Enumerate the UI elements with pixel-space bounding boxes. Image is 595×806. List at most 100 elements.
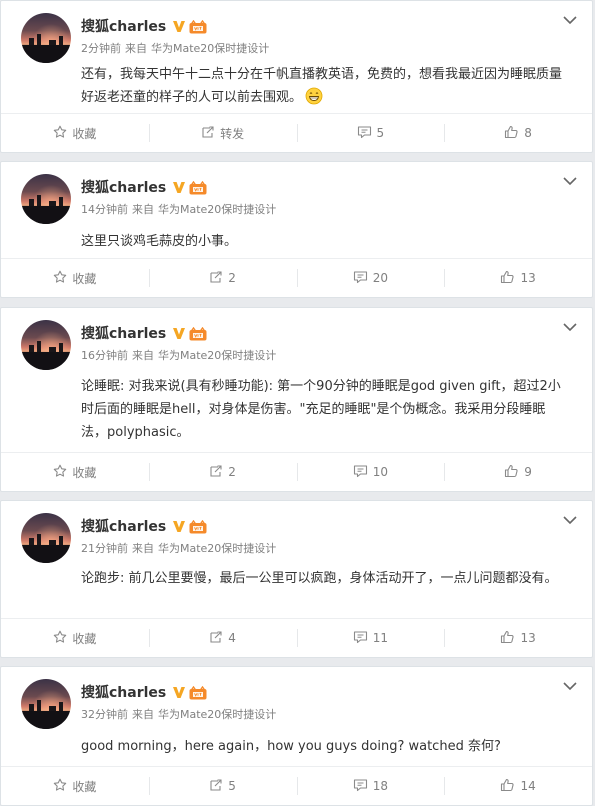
author-name[interactable]: 搜狐charles [81, 682, 166, 702]
repost-count: 转发 [220, 126, 245, 141]
author-name[interactable]: 搜狐charles [81, 177, 166, 197]
chevron-down-icon[interactable] [562, 511, 578, 525]
verified-v-icon[interactable] [172, 326, 186, 340]
member-crown-icon[interactable] [189, 685, 207, 700]
post-time[interactable]: 32分钟前 [81, 708, 128, 721]
comment-icon [353, 778, 373, 795]
member-crown-icon[interactable] [189, 19, 207, 34]
post-time[interactable]: 14分钟前 [81, 203, 128, 216]
post-time[interactable]: 16分钟前 [81, 349, 128, 362]
comment-button[interactable]: 5 [296, 114, 445, 152]
like-button[interactable]: 13 [444, 259, 592, 297]
verified-v-icon[interactable] [172, 180, 186, 194]
like-count: 13 [520, 271, 536, 285]
post-source[interactable]: 华为Mate20保时捷设计 [151, 42, 269, 55]
favorite-button[interactable]: 收藏 [1, 767, 149, 805]
member-crown-icon[interactable] [189, 180, 207, 195]
star-icon [53, 125, 72, 142]
post-source[interactable]: 华为Mate20保时捷设计 [158, 542, 276, 555]
post-text: good morning，here again，how you guys doi… [81, 739, 501, 754]
star-icon [53, 464, 72, 481]
comment-button[interactable]: 10 [296, 453, 445, 491]
post-meta: 21分钟前 来自 华为Mate20保时捷设计 [81, 540, 276, 556]
verified-v-icon[interactable] [172, 19, 186, 33]
repost-count: 5 [228, 779, 236, 793]
repost-icon [201, 125, 220, 142]
post-meta: 14分钟前 来自 华为Mate20保时捷设计 [81, 201, 276, 217]
weibo-post: 搜狐charles 16分钟前 来自 华为Mate20保时捷设计 论睡眠: 对我来说(具… [0, 307, 593, 492]
avatar[interactable] [21, 320, 71, 370]
comment-button[interactable]: 18 [296, 767, 445, 805]
repost-icon [209, 270, 228, 287]
verified-v-icon[interactable] [172, 685, 186, 699]
weibo-post: 搜狐charles 21分钟前 来自 华为Mate20保时捷设计 论跑步: 前几公里要慢… [0, 500, 593, 658]
favorite-button[interactable]: 收藏 [1, 619, 149, 657]
chevron-down-icon[interactable] [562, 677, 578, 691]
post-content: 这里只谈鸡毛蒜皮的小事。 [81, 230, 562, 253]
thumbs-up-icon [504, 464, 524, 481]
comment-count: 20 [372, 271, 389, 285]
favorite-button[interactable]: 收藏 [1, 453, 149, 491]
favorite-button[interactable]: 收藏 [1, 114, 149, 152]
post-text: 这里只谈鸡毛蒜皮的小事。 [81, 234, 238, 249]
author-row: 搜狐charles [81, 323, 207, 343]
thumbs-up-icon [500, 270, 520, 287]
repost-button[interactable]: 5 [148, 767, 297, 805]
comment-icon [357, 125, 377, 142]
post-content: 论睡眠: 对我来说(具有秒睡功能): 第一个90分钟的睡眠是god given … [81, 375, 562, 444]
post-content: 还有，我每天中午十二点十分在千帆直播教英语，免费的，想看我最近因为睡眠质量好返老… [81, 63, 562, 109]
repost-button[interactable]: 2 [148, 453, 297, 491]
comment-icon [353, 630, 373, 647]
post-time[interactable]: 2分钟前 [81, 42, 121, 55]
comment-button[interactable]: 20 [296, 259, 445, 297]
author-row: 搜狐charles [81, 16, 207, 36]
post-actions: 收藏 5 18 14 [1, 766, 592, 805]
favorite-label: 收藏 [72, 126, 97, 141]
like-button[interactable]: 14 [444, 767, 592, 805]
repost-icon [209, 630, 228, 647]
comment-count: 18 [372, 779, 389, 793]
favorite-button[interactable]: 收藏 [1, 259, 149, 297]
comment-button[interactable]: 11 [296, 619, 445, 657]
post-source[interactable]: 华为Mate20保时捷设计 [158, 349, 276, 362]
post-actions: 收藏 4 11 13 [1, 618, 592, 657]
repost-button[interactable]: 4 [148, 619, 297, 657]
favorite-label: 收藏 [72, 779, 97, 794]
repost-button[interactable]: 转发 [148, 114, 297, 152]
verified-v-icon[interactable] [172, 519, 186, 533]
avatar[interactable] [21, 13, 71, 63]
comment-count: 5 [376, 126, 385, 140]
like-button[interactable]: 13 [444, 619, 592, 657]
post-meta: 32分钟前 来自 华为Mate20保时捷设计 [81, 706, 276, 722]
favorite-label: 收藏 [72, 465, 97, 480]
author-name[interactable]: 搜狐charles [81, 16, 166, 36]
star-icon [53, 630, 72, 647]
like-count: 14 [520, 779, 536, 793]
favorite-label: 收藏 [72, 271, 97, 286]
chevron-down-icon[interactable] [562, 172, 578, 186]
post-time[interactable]: 21分钟前 [81, 542, 128, 555]
author-name[interactable]: 搜狐charles [81, 323, 166, 343]
avatar[interactable] [21, 679, 71, 729]
like-button[interactable]: 8 [444, 114, 592, 152]
repost-count: 2 [228, 271, 236, 285]
thumbs-up-icon [500, 778, 520, 795]
weibo-post: 搜狐charles 32分钟前 来自 华为Mate20保时捷设计 good mornin… [0, 666, 593, 806]
chevron-down-icon[interactable] [562, 318, 578, 332]
member-crown-icon[interactable] [189, 326, 207, 341]
thumbs-up-icon [504, 125, 524, 142]
star-icon [53, 778, 72, 795]
chevron-down-icon[interactable] [562, 11, 578, 25]
member-crown-icon[interactable] [189, 519, 207, 534]
avatar[interactable] [21, 174, 71, 224]
post-source[interactable]: 华为Mate20保时捷设计 [158, 203, 276, 216]
like-count: 9 [524, 465, 532, 479]
favorite-label: 收藏 [72, 631, 97, 646]
post-source[interactable]: 华为Mate20保时捷设计 [158, 708, 276, 721]
avatar[interactable] [21, 513, 71, 563]
author-name[interactable]: 搜狐charles [81, 516, 166, 536]
like-count: 13 [520, 631, 536, 645]
like-button[interactable]: 9 [444, 453, 592, 491]
weibo-post: 搜狐charles 2分钟前 来自 华为Mate20保时捷设计 还有，我每天中午十二点十… [0, 0, 593, 153]
repost-button[interactable]: 2 [148, 259, 297, 297]
